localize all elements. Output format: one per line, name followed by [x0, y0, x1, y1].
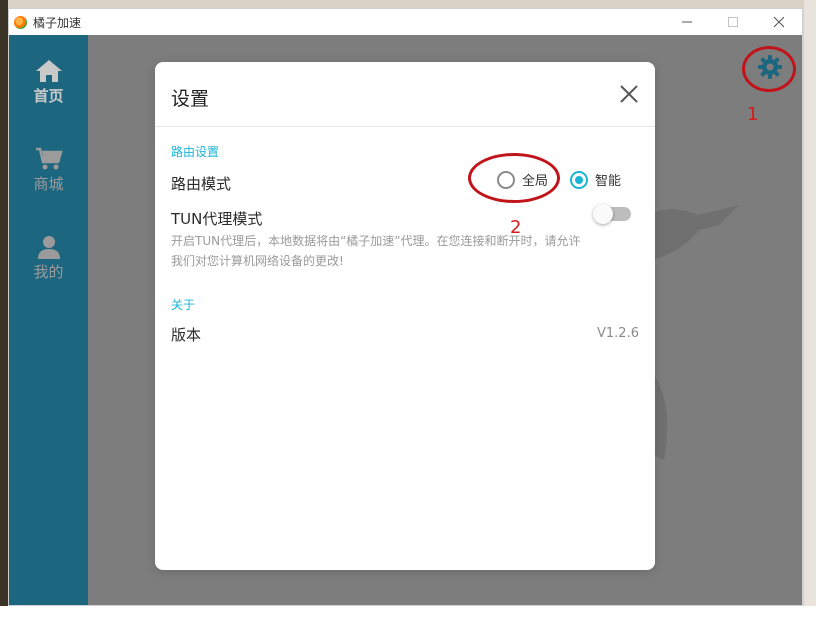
- settings-dialog: 设置 路由设置 路由模式 全局 智能 TUN代理模式 开启TUN代理后，本地数据…: [155, 62, 655, 570]
- desktop-background-left: [0, 0, 8, 618]
- radio-checked-icon: [570, 170, 588, 189]
- version-value: V1.2.6: [597, 326, 639, 341]
- maximize-icon: [728, 17, 738, 27]
- sidebar-item-label: 首页: [33, 87, 64, 105]
- sidebar-item-mine[interactable]: 我的: [9, 235, 88, 282]
- home-icon: [35, 60, 62, 82]
- dialog-header: 设置: [155, 62, 655, 127]
- route-mode-label: 路由模式: [171, 175, 232, 193]
- window-controls: [664, 9, 802, 35]
- tun-description: 开启TUN代理后，本地数据将由“橘子加速”代理。在您连接和断开时，请允许 我们对…: [171, 231, 641, 271]
- minimize-button[interactable]: [664, 9, 710, 35]
- close-window-icon: [774, 17, 784, 27]
- tun-mode-toggle[interactable]: [593, 204, 631, 224]
- sidebar-item-label: 商城: [33, 175, 64, 193]
- annotation-circle-1: [742, 46, 796, 92]
- desktop-background-bottom: [0, 606, 816, 618]
- sidebar: 首页 商城 我的: [9, 35, 88, 605]
- sidebar-item-home[interactable]: 首页: [9, 59, 88, 106]
- dialog-close-button[interactable]: [617, 82, 641, 106]
- toggle-knob: [593, 204, 613, 224]
- sidebar-item-label: 我的: [33, 263, 64, 281]
- route-mode-smart-radio[interactable]: 智能: [570, 170, 621, 189]
- maximize-button[interactable]: [710, 9, 756, 35]
- close-window-button[interactable]: [756, 9, 802, 35]
- close-icon: [620, 85, 638, 103]
- app-logo-icon: [14, 15, 27, 29]
- cart-icon: [35, 147, 63, 170]
- about-header: 关于: [171, 298, 196, 312]
- dialog-title: 设置: [171, 88, 210, 110]
- minimize-icon: [682, 21, 692, 23]
- sidebar-item-shop[interactable]: 商城: [9, 147, 88, 194]
- tun-mode-label: TUN代理模式: [171, 210, 263, 228]
- title-bar[interactable]: 橘子加速: [9, 9, 802, 35]
- annotation-circle-2: [468, 153, 560, 203]
- tun-description-line1: 开启TUN代理后，本地数据将由“橘子加速”代理。在您连接和断开时，请允许: [171, 234, 581, 248]
- window-title: 橘子加速: [33, 15, 82, 30]
- desktop-background-right: [804, 0, 816, 618]
- route-settings-header: 路由设置: [171, 145, 220, 159]
- annotation-number-2: 2: [510, 217, 522, 238]
- radio-label: 智能: [595, 174, 622, 189]
- version-label: 版本: [171, 326, 202, 344]
- user-icon: [37, 236, 60, 259]
- tun-description-line2: 我们对您计算机网络设备的更改!: [171, 254, 344, 268]
- annotation-number-1: 1: [747, 104, 759, 125]
